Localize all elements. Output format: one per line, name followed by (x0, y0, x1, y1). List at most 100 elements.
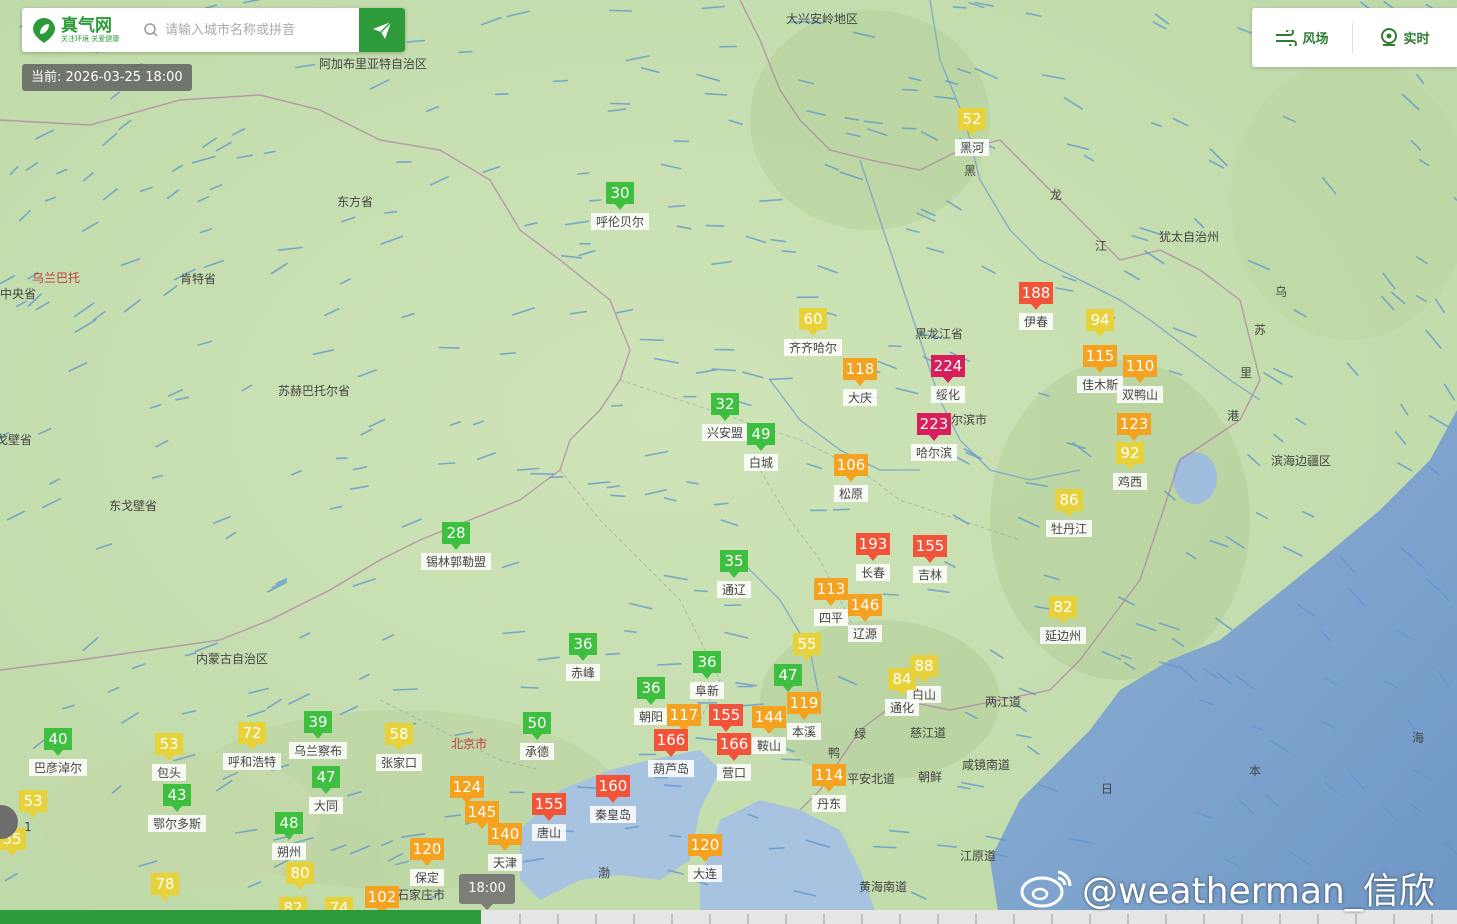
wind-streak (577, 172, 590, 175)
map-canvas[interactable]: 大兴安岭地区阿加布里亚特自治区东方省肯特省 乌兰巴托中央省苏赫巴托尔省戈壁省东戈壁… (0, 0, 1457, 924)
city-label: 佳木斯 (1082, 378, 1118, 392)
place-label: 戈壁省 (0, 432, 32, 447)
aqi-value: 145 (468, 803, 497, 821)
city-label: 松原 (839, 487, 863, 501)
aqi-value: 47 (778, 666, 797, 684)
aqi-value: 115 (1086, 347, 1115, 365)
aqi-value: 82 (1053, 598, 1072, 616)
place-label: 东戈壁省 (109, 498, 157, 513)
wind-field-button[interactable]: 风场 (1252, 8, 1352, 67)
aqi-value: 78 (155, 875, 174, 893)
place-label: 乌兰巴托 (32, 270, 80, 285)
aqi-value: 144 (755, 708, 784, 726)
city-label: 巴彦淖尔 (34, 760, 82, 775)
aqi-value: 48 (279, 814, 298, 832)
search-input[interactable] (165, 12, 355, 48)
city-label: 葫芦岛 (653, 761, 689, 776)
city-label: 鞍山 (757, 738, 781, 753)
wind-streak (833, 508, 851, 511)
place-label: 内蒙古自治区 (196, 651, 268, 666)
city-label: 丹东 (817, 797, 841, 811)
place-label: 肯特省 (180, 271, 216, 286)
aqi-value: 35 (724, 552, 743, 570)
city-label: 大庆 (848, 391, 872, 405)
wind-streak (609, 102, 631, 105)
place-label: 犹太自治州 (1159, 229, 1219, 244)
city-label: 绥化 (936, 388, 960, 402)
wind-streak (438, 346, 460, 349)
site-logo[interactable]: 真气网 关注环境 关爱健康 (22, 16, 137, 44)
place-label: 阿加布里亚特自治区 (319, 56, 427, 71)
city-label: 齐齐哈尔 (789, 340, 837, 355)
weibo-icon (1020, 870, 1072, 908)
city-label: 黑河 (960, 141, 984, 155)
place-label: 江 (1095, 239, 1107, 253)
aqi-value: 60 (803, 310, 822, 328)
realtime-button[interactable]: 实时 (1353, 8, 1457, 67)
aqi-value: 113 (817, 580, 846, 598)
wind-streak (610, 404, 623, 407)
city-label: 张家口 (381, 755, 417, 770)
wind-streak (520, 686, 540, 689)
wind-streak (882, 593, 900, 596)
timeline-thumb[interactable]: 18:00 (459, 874, 515, 910)
aqi-value: 28 (446, 524, 465, 542)
city-label: 阜新 (695, 683, 719, 698)
aqi-value: 155 (712, 706, 741, 724)
map-toolbar: 风场 实时 (1252, 8, 1457, 67)
aqi-value: 160 (599, 777, 628, 795)
wind-streak (609, 494, 626, 498)
city-label: 承德 (525, 744, 549, 759)
place-label: 里 (1240, 366, 1252, 380)
realtime-label: 实时 (1403, 32, 1430, 47)
city-label: 呼和浩特 (228, 754, 276, 769)
aqi-value: 86 (1059, 491, 1078, 509)
city-label: 长春 (861, 566, 885, 580)
wind-streak (639, 338, 664, 342)
wind-streak (781, 250, 797, 253)
aqi-value: 36 (641, 679, 660, 697)
aqi-value: 52 (962, 110, 981, 128)
place-label: 苏赫巴托尔省 (278, 383, 350, 398)
place-label: 平安北道 (847, 771, 895, 786)
city-label: 双鸭山 (1122, 388, 1158, 402)
city-label: 大连 (693, 866, 717, 881)
aqi-value: 72 (242, 724, 261, 742)
city-label: 白城 (749, 455, 773, 470)
place-label: 大兴安岭地区 (786, 11, 858, 26)
city-label: 哈尔滨 (916, 445, 952, 460)
aqi-value: 123 (1120, 415, 1149, 433)
aqi-value: 118 (846, 360, 875, 378)
city-label: 通辽 (722, 583, 746, 597)
place-label: 中央省 (0, 286, 36, 301)
aqi-value: 88 (914, 657, 933, 675)
aqi-value: 155 (535, 795, 564, 813)
wind-streak (781, 758, 802, 761)
aqi-value: 146 (851, 596, 880, 614)
aqi-value: 39 (308, 713, 327, 731)
aqi-value: 140 (491, 825, 520, 843)
aqi-value: 102 (368, 888, 397, 906)
place-label: 石家庄市 (397, 887, 445, 902)
place-label: 咸镜南道 (962, 757, 1010, 772)
wind-streak (901, 88, 918, 92)
watermark-text: @weatherman_信欣 (1082, 871, 1435, 912)
aqi-value: 36 (697, 653, 716, 671)
city-label: 朔州 (277, 844, 301, 859)
aqi-value: 55 (797, 635, 816, 653)
aqi-value: 43 (167, 786, 186, 804)
aqi-value: 94 (1090, 311, 1109, 329)
wind-streak (693, 589, 708, 593)
search-submit-button[interactable] (359, 8, 405, 52)
aqi-value: 84 (892, 670, 911, 688)
place-label: 北京市 (451, 736, 487, 751)
city-label: 锡林郭勒盟 (426, 554, 486, 569)
wind-streak (673, 140, 690, 143)
city-label: 伊春 (1024, 315, 1048, 329)
city-label: 乌兰察布 (294, 743, 342, 758)
aqi-value: 124 (453, 778, 482, 796)
city-label: 兴安盟 (707, 425, 743, 440)
wind-field-label: 风场 (1302, 32, 1329, 47)
place-label: 绿 (854, 726, 866, 741)
aqi-value: 110 (1126, 357, 1155, 375)
